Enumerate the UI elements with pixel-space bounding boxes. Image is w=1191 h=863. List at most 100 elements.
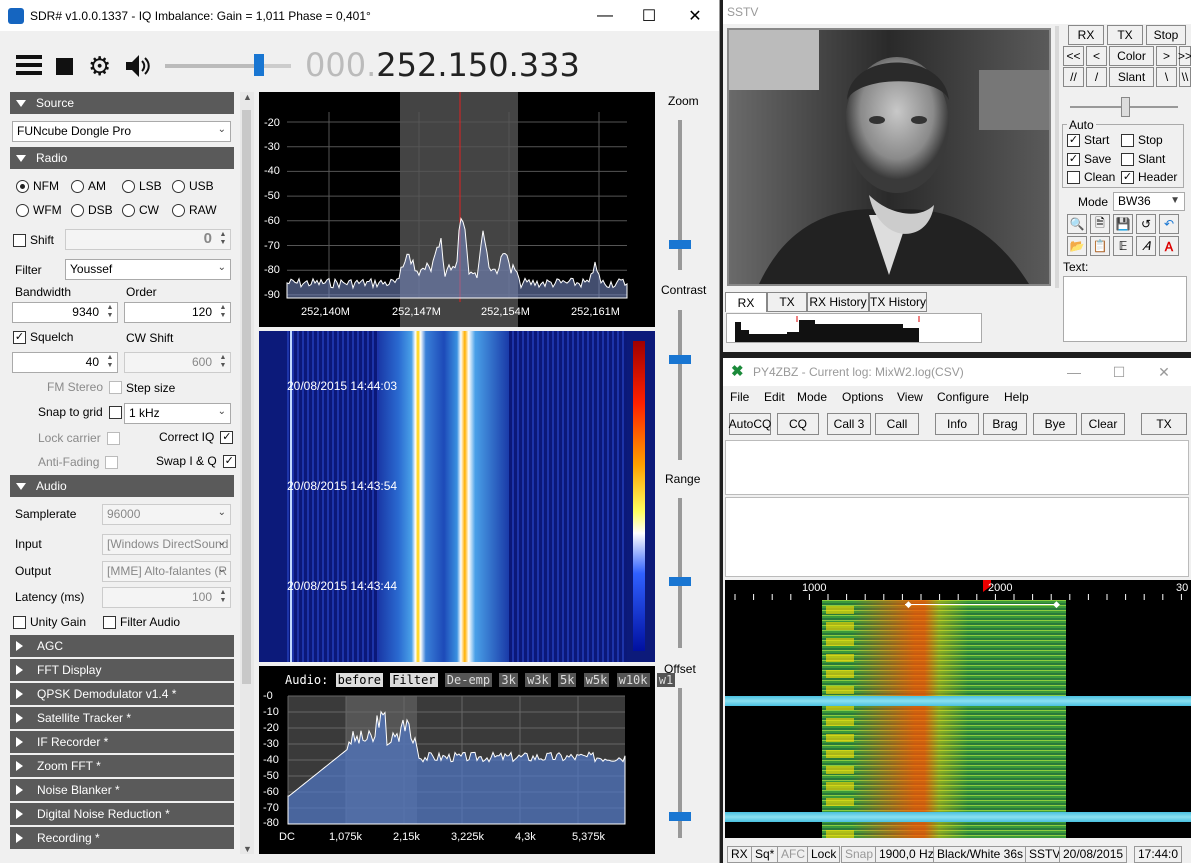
mixw-maximize-button[interactable]: ☐ [1096, 358, 1142, 386]
audio-btn-w3k[interactable]: w3k [525, 673, 551, 687]
sstv-zoom-icon[interactable]: 🔍 [1067, 214, 1087, 234]
sstv-forward-fast-button[interactable]: >> [1178, 46, 1191, 66]
offset-slider-thumb[interactable] [669, 812, 691, 821]
agc-panel-header[interactable]: AGC [10, 635, 234, 657]
bandwidth-input[interactable]: 9340 ▲ ▼ [12, 302, 118, 323]
sstv-mode-select[interactable]: BW36 ▼ [1113, 192, 1185, 211]
audio-btn-filter[interactable]: Filter [390, 673, 438, 687]
waterfall-display[interactable]: 20/08/2015 14:44:03 20/08/2015 14:43:54 … [259, 331, 655, 662]
status-squelch[interactable]: Sq* [751, 846, 779, 863]
noise-blanker-panel-header[interactable]: Noise Blanker * [10, 779, 234, 801]
audio-btn-w10k[interactable]: w10k [616, 673, 650, 687]
macro-info-button[interactable]: Info [935, 413, 979, 435]
sstv-tab-rx-history[interactable]: RX History [807, 292, 869, 312]
squelch-input[interactable]: 40 ▲ ▼ [12, 352, 118, 373]
zoom-slider-thumb[interactable] [669, 240, 691, 249]
menu-help[interactable]: Help [1004, 390, 1029, 404]
mode-usb-radio[interactable]: USB [172, 179, 214, 193]
stop-icon[interactable] [56, 58, 73, 75]
source-panel-header[interactable]: Source [10, 92, 234, 114]
macro-call-button[interactable]: Call [875, 413, 919, 435]
sstv-text-italic-icon[interactable]: 𝐴 [1136, 236, 1156, 256]
digital-noise-reduction-panel-header[interactable]: Digital Noise Reduction * [10, 803, 234, 825]
status-rx[interactable]: RX [727, 846, 752, 863]
fft-display-panel-header[interactable]: FFT Display [10, 659, 234, 681]
mode-wfm-radio[interactable]: WFM [16, 203, 62, 217]
audio-btn-before[interactable]: before [335, 673, 383, 687]
sstv-replay-icon[interactable]: ↺ [1136, 214, 1156, 234]
audio-panel-header[interactable]: Audio [10, 475, 234, 497]
close-button[interactable]: ✕ [672, 0, 718, 31]
sstv-paste-icon[interactable]: 📋 [1090, 236, 1110, 256]
contrast-slider-thumb[interactable] [669, 355, 691, 364]
volume-slider[interactable] [165, 64, 291, 68]
sstv-rx-button[interactable]: RX [1068, 25, 1104, 45]
menu-file[interactable]: File [730, 390, 749, 404]
status-lock[interactable]: Lock [807, 846, 841, 863]
left-panel-scrollbar[interactable]: ▲ ▼ [240, 92, 254, 854]
sstv-rewind-fast-button[interactable]: << [1063, 46, 1084, 66]
sstv-color-button[interactable]: Color [1109, 46, 1154, 66]
sstv-open-folder-icon[interactable]: 📂 [1067, 236, 1087, 256]
recording-panel-header[interactable]: Recording * [10, 827, 234, 849]
mode-lsb-radio[interactable]: LSB [122, 179, 162, 193]
audio-btn-3k[interactable]: 3k [499, 673, 518, 687]
speaker-icon[interactable] [124, 52, 152, 80]
shift-checkbox[interactable]: Shift [13, 233, 54, 247]
spectrum-analyzer[interactable]: -20 -30 -40 -50 -60 -70 -80 -90 252,140M… [259, 92, 655, 327]
qpsk-panel-header[interactable]: QPSK Demodulator v1.4 * [10, 683, 234, 705]
status-afc[interactable]: AFC [777, 846, 809, 863]
settings-gear-icon[interactable]: ⚙ [88, 53, 114, 79]
sstv-new-icon[interactable]: 🗎 [1090, 214, 1110, 234]
sstv-rewind-button[interactable]: < [1086, 46, 1107, 66]
sstv-auto-start-checkbox[interactable]: ✓ Start [1067, 133, 1109, 147]
sstv-tx-button[interactable]: TX [1107, 25, 1143, 45]
source-device-select[interactable]: FUNcube Dongle Pro ⌄ [12, 121, 231, 142]
mode-am-radio[interactable]: AM [71, 179, 106, 193]
order-input[interactable]: 120 ▲ ▼ [124, 302, 231, 323]
menu-edit[interactable]: Edit [764, 390, 785, 404]
menu-options[interactable]: Options [842, 390, 883, 404]
audio-input-select[interactable]: [Windows DirectSound ⌄ [102, 534, 231, 555]
menu-view[interactable]: View [897, 390, 923, 404]
sstv-image-scrollbar[interactable] [1055, 26, 1059, 288]
sstv-slant-left2-button[interactable]: // [1063, 67, 1084, 87]
sstv-titlebar[interactable]: SSTV [723, 0, 1191, 24]
mixw-frequency-scale[interactable]: 1000 2000 30 [725, 580, 1191, 600]
sstv-sync-slider-thumb[interactable] [1121, 97, 1130, 117]
mixw-titlebar[interactable]: ✖ PY4ZBZ - Current log: MixW2.log(CSV) —… [723, 358, 1191, 386]
audio-btn-deemp[interactable]: De-emp [444, 673, 493, 687]
macro-autocq-button[interactable]: AutoCQ [729, 413, 771, 435]
macro-brag-button[interactable]: Brag [983, 413, 1027, 435]
filter-select[interactable]: Youssef ⌄ [65, 259, 231, 280]
lock-carrier-checkbox[interactable]: Lock carrier [38, 431, 120, 445]
sstv-tab-tx[interactable]: TX [767, 292, 807, 312]
status-snap[interactable]: Snap [841, 846, 878, 863]
correct-iq-checkbox[interactable]: Correct IQ ✓ [159, 430, 234, 444]
sstv-tab-rx[interactable]: RX [725, 292, 767, 312]
sstv-forward-button[interactable]: > [1156, 46, 1177, 66]
frequency-display[interactable]: 000.252.150.333 [305, 46, 580, 84]
mixw-transmit-text[interactable] [725, 497, 1189, 577]
mixw-waterfall[interactable]: ◆ ◆ [725, 600, 1191, 838]
sstv-tab-tx-history[interactable]: TX History [869, 292, 927, 312]
cwshift-input[interactable]: 600 ▲ ▼ [124, 352, 231, 373]
latency-input[interactable]: 100 ▲ ▼ [102, 587, 231, 608]
radio-panel-header[interactable]: Radio [10, 147, 234, 169]
mode-nfm-radio[interactable]: NFM [16, 179, 59, 193]
sstv-auto-header-checkbox[interactable]: ✓ Header [1121, 170, 1177, 184]
anti-fading-checkbox[interactable]: Anti-Fading [38, 455, 119, 469]
sstv-stop-button[interactable]: Stop [1146, 25, 1186, 45]
satellite-tracker-panel-header[interactable]: Satellite Tracker * [10, 707, 234, 729]
sstv-slant-right2-button[interactable]: \\ [1179, 67, 1191, 87]
sstv-undo-icon[interactable]: ↶ [1159, 214, 1179, 234]
sstv-text-color-icon[interactable]: Ａ [1159, 236, 1179, 256]
audio-spectrum[interactable]: Audio: before Filter De-emp 3k w3k 5k w5… [259, 666, 676, 854]
contrast-slider[interactable] [678, 310, 682, 460]
mixw-close-button[interactable]: ✕ [1141, 358, 1187, 386]
sdr-titlebar[interactable]: SDR# v1.0.0.1337 - IQ Imbalance: Gain = … [0, 0, 719, 31]
sstv-auto-clean-checkbox[interactable]: Clean [1067, 170, 1115, 184]
swap-iq-checkbox[interactable]: Swap I & Q ✓ [156, 454, 236, 468]
status-frequency[interactable]: 1900,0 Hz [875, 846, 938, 863]
snap-to-grid-checkbox[interactable]: Snap to grid [38, 405, 122, 419]
